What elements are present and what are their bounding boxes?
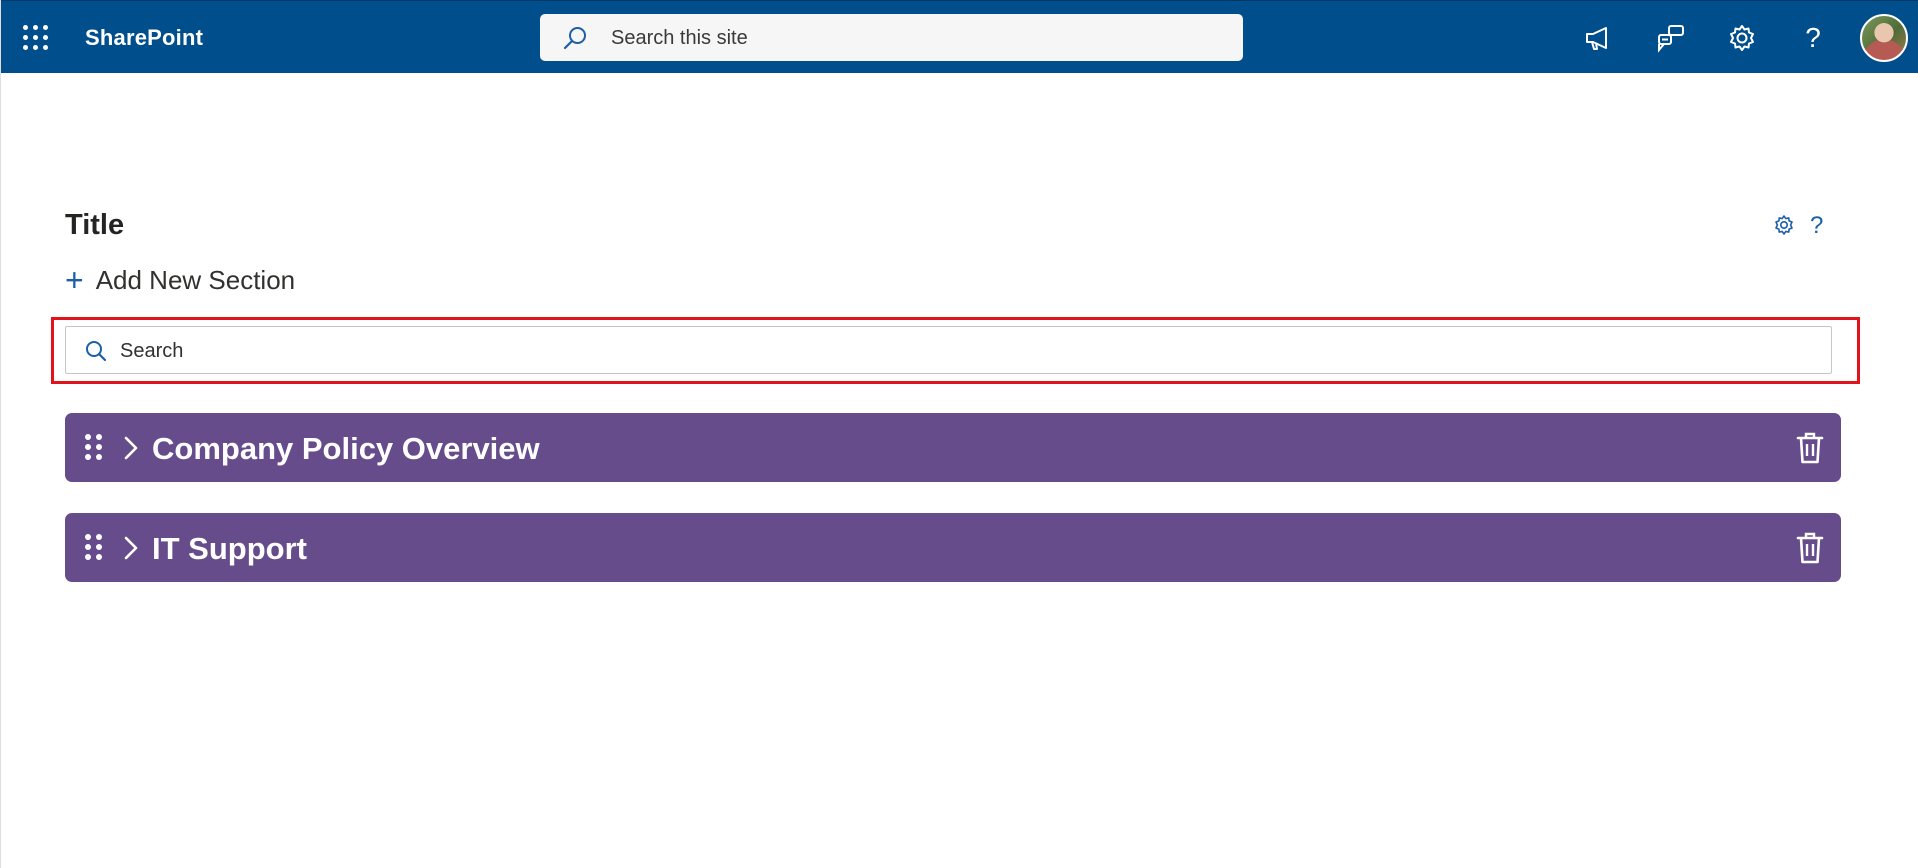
- app-launcher-icon[interactable]: [23, 25, 49, 51]
- drag-handle-icon[interactable]: [85, 534, 103, 560]
- help-icon[interactable]: ?: [1796, 21, 1830, 55]
- trash-icon[interactable]: [1795, 431, 1825, 465]
- megaphone-icon[interactable]: [1582, 21, 1616, 55]
- section-title: IT Support: [152, 531, 307, 566]
- plus-icon: +: [65, 262, 84, 298]
- feedback-icon[interactable]: [1654, 21, 1688, 55]
- search-icon: [86, 341, 107, 362]
- section-company-policy-overview[interactable]: Company Policy Overview: [65, 413, 1841, 482]
- settings-gear-icon[interactable]: [1772, 213, 1796, 237]
- help-icon[interactable]: ?: [1810, 212, 1832, 239]
- site-search-placeholder: Search this site: [611, 27, 748, 49]
- section-title: Company Policy Overview: [152, 431, 540, 466]
- add-new-section-button[interactable]: + Add New Section: [65, 262, 295, 298]
- app-name[interactable]: SharePoint: [85, 25, 203, 51]
- suite-bar: SharePoint Search this site ?: [1, 0, 1918, 73]
- search-input[interactable]: Search: [65, 326, 1832, 374]
- search-placeholder: Search: [120, 340, 184, 362]
- avatar[interactable]: [1860, 14, 1908, 62]
- trash-icon[interactable]: [1795, 531, 1825, 565]
- search-icon: [563, 27, 586, 50]
- add-new-section-label: Add New Section: [95, 264, 296, 295]
- drag-handle-icon[interactable]: [85, 434, 103, 460]
- chevron-right-icon[interactable]: [123, 435, 139, 461]
- page-title: Title: [65, 209, 125, 241]
- section-it-support[interactable]: IT Support: [65, 513, 1841, 582]
- chevron-right-icon[interactable]: [123, 535, 139, 561]
- site-search-input[interactable]: Search this site: [540, 14, 1243, 61]
- gear-icon[interactable]: [1725, 21, 1759, 55]
